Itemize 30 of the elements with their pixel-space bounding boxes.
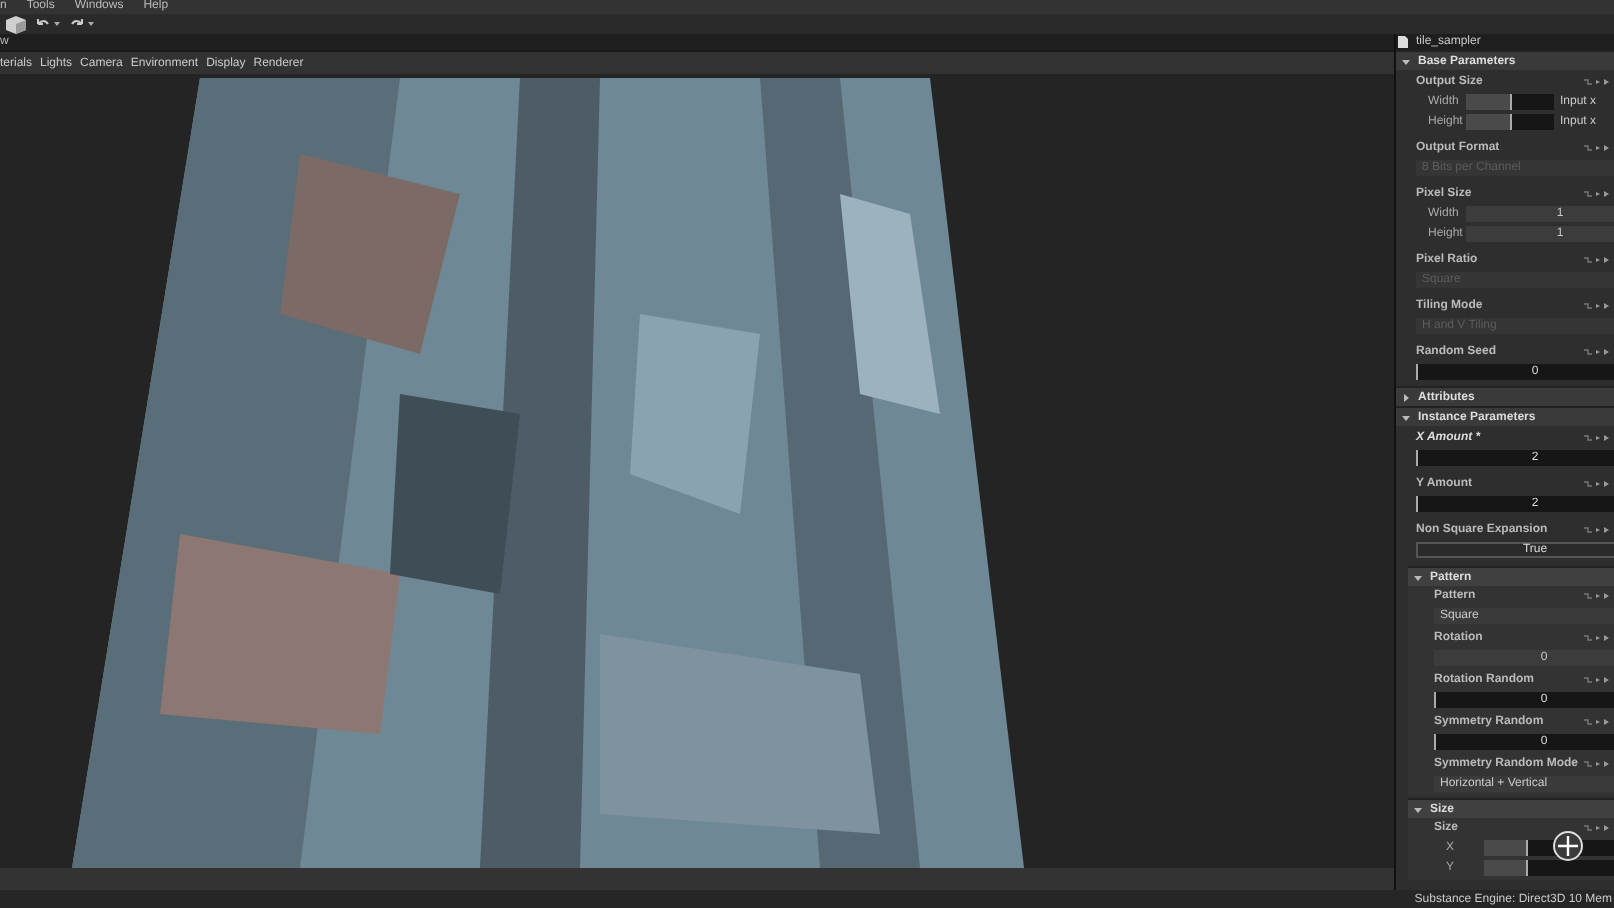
undo-icon[interactable] [36,18,50,30]
expand-arrow-icon[interactable] [1402,413,1410,421]
param-options-icon[interactable] [1584,144,1610,152]
param-options-icon[interactable] [1584,190,1610,198]
param-options-icon[interactable] [1584,348,1610,356]
caret-icon[interactable] [88,22,94,26]
file-icon [1398,36,1408,48]
expand-arrow-icon[interactable] [1402,393,1410,401]
slider[interactable] [1484,859,1614,875]
param-options-icon[interactable] [1584,676,1610,684]
param-options-icon[interactable] [1584,302,1610,310]
move-cursor-icon [1552,830,1584,862]
param-options-icon[interactable] [1584,634,1610,642]
param-options-icon[interactable] [1584,824,1610,832]
expand-arrow-icon[interactable] [1414,805,1422,813]
slider[interactable] [1466,113,1554,129]
param-options-icon[interactable] [1584,718,1610,726]
param-options-icon[interactable] [1584,592,1610,600]
param-options-icon[interactable] [1584,256,1610,264]
param-options-icon[interactable] [1584,760,1610,768]
expand-arrow-icon[interactable] [1402,57,1410,65]
param-options-icon[interactable] [1584,526,1610,534]
param-options-icon[interactable] [1584,434,1610,442]
redo-icon[interactable] [70,18,84,30]
expand-arrow-icon[interactable] [1414,573,1422,581]
param-options-icon[interactable] [1584,78,1610,86]
slider[interactable] [1466,93,1554,109]
cube-icon[interactable] [6,15,26,33]
param-options-icon[interactable] [1584,480,1610,488]
caret-icon[interactable] [54,22,60,26]
